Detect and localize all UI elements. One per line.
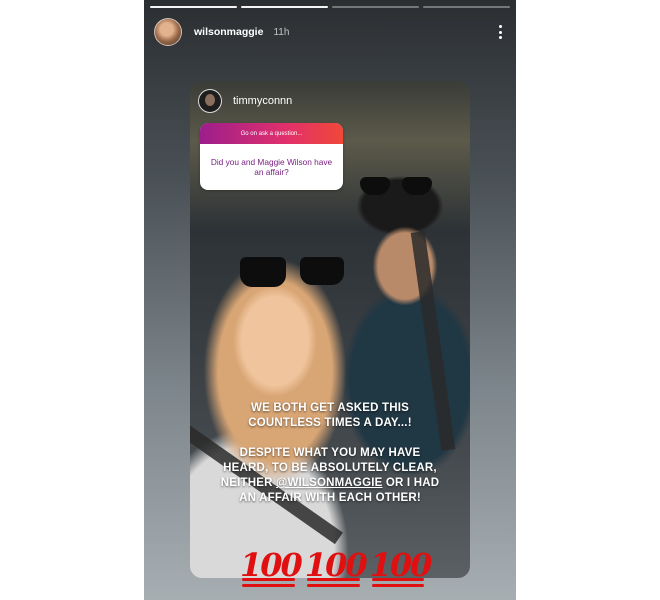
reply-avatar[interactable] [198, 89, 222, 113]
story-avatar[interactable] [154, 18, 182, 46]
story-header: wilsonmaggie 11h [154, 17, 506, 47]
caption-text: OR I HAD [382, 477, 440, 489]
hundred-points-icon: 100 [369, 546, 433, 584]
story-progress-bar [150, 6, 510, 9]
question-text: Did you and Maggie Wilson have an affair… [210, 156, 333, 178]
progress-segment [332, 6, 419, 8]
mention-link[interactable]: @WILSONMAGGIE [276, 477, 382, 489]
hundred-points-emoji-row: 100 100 100 [240, 545, 516, 585]
reply-username[interactable]: timmyconnn [233, 95, 292, 107]
caption-line: COUNTLESS TIMES A DAY...! [248, 417, 412, 429]
hundred-points-icon: 100 [240, 546, 303, 584]
progress-segment [241, 6, 328, 8]
caption-line: NEITHER @WILSONMAGGIE OR I HAD [190, 476, 470, 491]
sunglasses-graphic [240, 257, 344, 287]
progress-segment [423, 6, 510, 8]
reply-header: timmyconnn [198, 89, 292, 113]
caption-line: HEARD, TO BE ABSOLUTELY CLEAR, [223, 462, 437, 474]
story-username[interactable]: wilsonmaggie [194, 26, 263, 38]
caption-line: WE BOTH GET ASKED THIS [251, 402, 409, 414]
story-caption: WE BOTH GET ASKED THIS COUNTLESS TIMES A… [190, 401, 470, 506]
story-time: 11h [273, 26, 290, 38]
more-options-icon[interactable] [494, 23, 506, 41]
caption-line: DESPITE WHAT YOU MAY HAVE [239, 447, 421, 459]
hundred-points-icon: 100 [304, 546, 368, 584]
progress-segment [150, 6, 237, 8]
story-viewer[interactable]: wilsonmaggie 11h timmyconnn Go on ask a … [144, 0, 516, 600]
caption-text: NEITHER [220, 477, 277, 489]
question-prompt: Go on ask a question... [200, 123, 343, 144]
shared-story-card[interactable]: timmyconnn Go on ask a question... Did y… [190, 81, 470, 578]
caption-line: AN AFFAIR WITH EACH OTHER! [239, 492, 421, 504]
question-sticker[interactable]: Go on ask a question... Did you and Magg… [200, 123, 343, 190]
sunglasses-graphic [360, 177, 432, 195]
